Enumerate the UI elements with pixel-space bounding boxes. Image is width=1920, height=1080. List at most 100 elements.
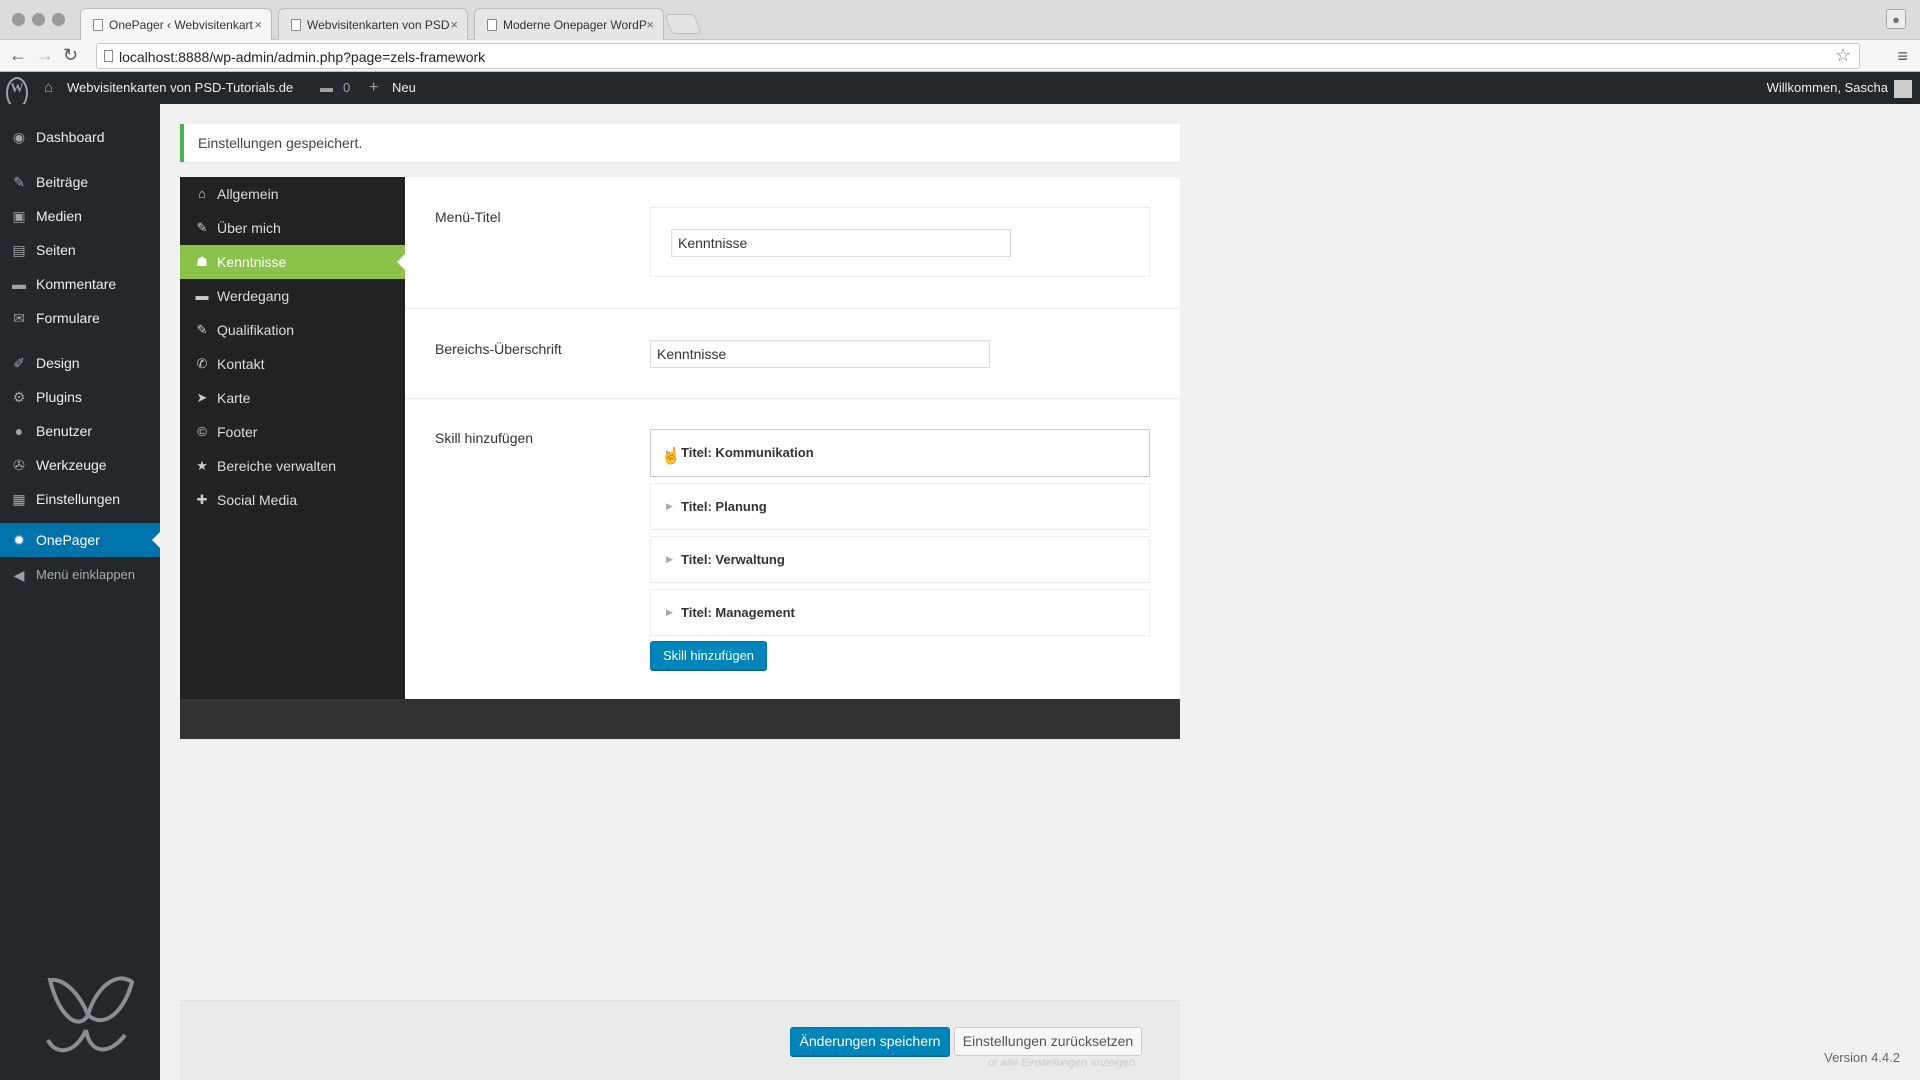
wordpress-favicon-icon [487,19,497,31]
browser-tab[interactable]: Moderne Onepager WordP × [474,8,664,40]
home-icon[interactable]: ⌂ [44,72,53,104]
comments-count[interactable]: 0 [343,72,350,104]
sidebar-item-seiten[interactable]: ▤ Seiten [0,233,160,267]
options-nav-item-karte[interactable]: ➤ Karte [180,381,405,415]
menu-title-label: Menü-Titel [435,209,501,225]
comment-icon[interactable]: ▬ [320,72,333,104]
sidebar-item-einstellungen[interactable]: ▦ Einstellungen [0,482,160,516]
sidebar-item-design[interactable]: ✐ Design [0,346,160,380]
sidebar-item-werkzeuge[interactable]: ✇ Werkzeuge [0,448,160,482]
star-icon: ★ [196,458,208,473]
tab-close-icon[interactable]: × [646,17,654,32]
tab-close-icon[interactable]: × [254,17,262,32]
sidebar-item-label: Medien [36,208,82,224]
reset-settings-button[interactable]: Einstellungen zurücksetzen [954,1027,1142,1056]
collapse-icon: ◀ [13,567,25,583]
add-skill-button[interactable]: Skill hinzufügen [650,641,767,670]
sidebar-item-label: Plugins [36,389,82,405]
address-bar[interactable]: localhost:8888/wp-admin/admin.php?page=z… [96,43,1860,69]
options-nav-item-allgemein[interactable]: ⌂ Allgemein [180,177,405,211]
sidebar-item-kommentare[interactable]: ▬ Kommentare [0,267,160,301]
skill-accordion-item[interactable]: ▶ Titel: Kommunikation [650,429,1150,477]
wp-version: Version 4.4.2 [1824,1050,1900,1065]
options-nav-label: Qualifikation [217,322,295,338]
sidebar-item-beitraege[interactable]: ✎ Beiträge [0,165,160,199]
page-icon [104,50,113,62]
skill-accordion-item[interactable]: ▶ Titel: Management [650,589,1150,636]
tab-label: Moderne Onepager WordP [503,18,647,32]
browser-tabstrip: OnePager ‹ Webvisitenkart × Webvisitenka… [0,0,1920,40]
settings-icon: ▦ [12,491,26,507]
row-divider [405,308,1180,309]
skill-title: Titel: Kommunikation [681,445,814,460]
skill-title: Titel: Verwaltung [681,552,785,567]
wrench-icon: ✇ [13,457,25,473]
section-heading-input[interactable]: Kenntnisse [650,340,990,368]
browser-tab[interactable]: OnePager ‹ Webvisitenkart × [80,8,272,40]
butterfly-logo-icon [46,976,135,1053]
sidebar-item-onepager[interactable]: ✹ OnePager [0,523,160,557]
plugin-icon: ⚙ [12,389,26,405]
maximize-window-icon[interactable] [52,13,65,26]
browser-toolbar: ← → ↻ localhost:8888/wp-admin/admin.php?… [0,40,1920,72]
tab-close-icon[interactable]: × [450,17,458,32]
bookmark-star-icon[interactable]: ☆ [1835,45,1851,66]
skill-accordion-item[interactable]: ▶ Titel: Planung [650,483,1150,530]
comment-icon: ▬ [12,276,26,292]
section-heading-label: Bereichs-Überschrift [435,341,562,357]
skill-title: Titel: Management [681,605,795,620]
menu-title-input[interactable]: Kenntnisse [671,229,1011,257]
user-icon: ● [14,423,24,439]
collapse-menu-button[interactable]: ◀ Menü einklappen [0,558,160,592]
options-nav-item-kontakt[interactable]: ✆ Kontakt [180,347,405,381]
account-menu[interactable]: Willkommen, Sascha [1767,72,1912,104]
new-tab-button[interactable] [664,14,702,34]
options-nav-label: Kenntnisse [217,254,287,270]
sidebar-item-label: Werkzeuge [36,457,107,473]
sidebar-item-label: Design [36,355,80,371]
options-nav-item-footer[interactable]: © Footer [180,415,405,449]
page-icon [93,19,103,31]
reload-icon[interactable]: ↻ [63,45,78,66]
sidebar-item-medien[interactable]: ▣ Medien [0,199,160,233]
sidebar-item-label: Einstellungen [36,491,121,507]
back-icon[interactable]: ← [9,45,27,66]
options-nav-item-ueber-mich[interactable]: ✎ Über mich [180,211,405,245]
admin-sidebar: ◉ Dashboard ✎ Beiträge ▣ Medien ▤ Seiten ▬ Ko… [0,104,160,1080]
expand-arrow-icon: ▶ [666,554,673,564]
sidebar-item-formulare[interactable]: ✉ Formulare [0,301,160,335]
sidebar-item-label: Seiten [36,242,76,258]
skill-title: Titel: Planung [681,499,767,514]
sidebar-item-label: Kommentare [36,276,117,292]
hand-cursor-icon: ☝ [661,448,681,465]
close-window-icon[interactable] [12,13,25,26]
options-nav-label: Karte [217,390,251,406]
options-nav-item-qualifikation[interactable]: ✎ Qualifikation [180,313,405,347]
sidebar-item-plugins[interactable]: ⚙ Plugins [0,380,160,414]
options-nav-item-social-media[interactable]: ✚ Social Media [180,483,405,517]
forward-icon[interactable]: → [36,45,54,66]
expand-arrow-icon: ▶ [666,501,673,511]
sidebar-item-dashboard[interactable]: ◉ Dashboard [0,120,160,154]
sidebar-item-benutzer[interactable]: ● Benutzer [0,414,160,448]
location-arrow-icon: ➤ [196,390,208,405]
panel-footer [180,699,1180,739]
new-content-link[interactable]: Neu [392,72,416,104]
save-changes-button[interactable]: Änderungen speichern [790,1027,950,1056]
pencil-icon: ✎ [196,220,208,235]
browser-menu-icon[interactable]: ≡ [1897,46,1908,67]
minimize-window-icon[interactable] [32,13,45,26]
sidebar-item-label: Dashboard [36,129,105,145]
briefcase-icon: ▬ [195,288,209,303]
options-nav-item-kenntnisse[interactable]: ☗ Kenntnisse [180,245,405,279]
settings-saved-notice: Einstellungen gespeichert. [180,124,1180,162]
options-nav-item-bereiche-verwalten[interactable]: ★ Bereiche verwalten [180,449,405,483]
skill-accordion-item[interactable]: ▶ Titel: Verwaltung [650,536,1150,583]
site-name-link[interactable]: Webvisitenkarten von PSD-Tutorials.de [67,72,293,104]
profile-icon[interactable]: ● [1886,9,1906,29]
options-nav-item-werdegang[interactable]: ▬ Werdegang [180,279,405,313]
notice-text: Einstellungen gespeichert. [198,135,363,151]
plus-icon[interactable]: + [369,72,378,104]
browser-tab[interactable]: Webvisitenkarten von PSD × [278,8,468,40]
sidebar-item-label: Menü einklappen [36,567,136,582]
